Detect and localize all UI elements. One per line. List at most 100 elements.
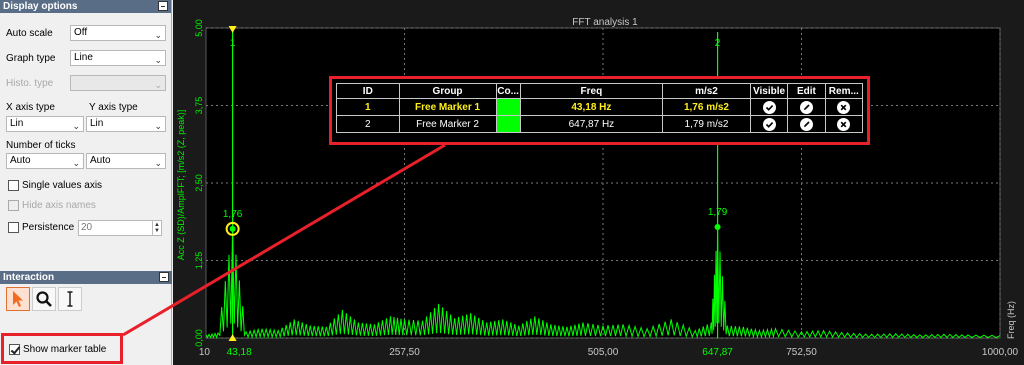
col-value[interactable]: m/s2: [662, 83, 751, 99]
persistence-label: Persistence: [22, 222, 75, 233]
remove-x-icon[interactable]: [837, 117, 851, 131]
edit-cell[interactable]: [787, 115, 826, 133]
zoom-tool-button[interactable]: [32, 287, 56, 311]
y-axis-type-select[interactable]: Lin ⌄: [86, 116, 166, 132]
graph-type-select[interactable]: Line ⌄: [70, 50, 166, 66]
row-freq: 43,18 Hz: [519, 98, 664, 116]
x-tick-label: 647,87: [702, 347, 733, 358]
row-group: Free Marker 1: [398, 98, 497, 116]
x-tick-label: 257,50: [389, 347, 420, 358]
marker-value-label: 1,79: [708, 207, 728, 218]
remove-cell[interactable]: [824, 115, 864, 133]
histo-type-select: ⌄: [70, 75, 166, 91]
x-tick-label: 505,00: [588, 347, 619, 358]
col-id[interactable]: ID: [336, 83, 400, 99]
interaction-header[interactable]: Interaction: [0, 271, 172, 284]
col-color[interactable]: Co...: [495, 83, 521, 99]
col-freq[interactable]: Freq: [519, 83, 664, 99]
x-axis-type-select[interactable]: Lin ⌄: [6, 116, 84, 132]
remove-x-icon[interactable]: [837, 100, 851, 114]
visible-check-icon[interactable]: [762, 117, 776, 131]
collapse-icon[interactable]: [159, 272, 169, 282]
y-axis-type-value: Lin: [90, 118, 104, 129]
x-ticks-select[interactable]: Auto ⌄: [6, 153, 84, 169]
zoom-tool-icon: [36, 291, 52, 307]
x-tick-label: 1000,00: [982, 347, 1019, 358]
col-group[interactable]: Group: [398, 83, 497, 99]
hide-axis-names-label: Hide axis names: [22, 200, 96, 211]
chevron-down-icon: ⌄: [154, 121, 162, 131]
show-marker-table-label: Show marker table: [23, 344, 107, 355]
chevron-down-icon: ⌄: [154, 80, 162, 90]
chevron-down-icon: ⌄: [72, 158, 80, 168]
cursor-tool-button[interactable]: [58, 287, 82, 311]
row-freq: 647,87 Hz: [519, 115, 664, 133]
y-tick-label: 0,00: [194, 329, 204, 347]
x-tick-label: 752,50: [786, 347, 817, 358]
marker-point: [229, 225, 236, 232]
y-ticks-select[interactable]: Auto ⌄: [86, 153, 166, 169]
col-visible[interactable]: Visible: [749, 83, 789, 99]
visible-cell[interactable]: [749, 98, 789, 116]
spin-down-icon[interactable]: ▼: [154, 228, 160, 234]
display-options-title: Display options: [3, 1, 78, 12]
collapse-icon[interactable]: [158, 1, 168, 11]
row-id: 1: [336, 98, 400, 116]
y-tick-label: 2,50: [194, 174, 204, 192]
x-ticks-value: Auto: [10, 155, 31, 166]
y-ticks-value: Auto: [90, 155, 111, 166]
chevron-down-icon: ⌄: [154, 30, 162, 40]
chevron-down-icon: ⌄: [154, 55, 162, 65]
y-axis-type-label: Y axis type: [89, 102, 138, 113]
persistence-checkbox[interactable]: [8, 222, 19, 233]
visible-cell[interactable]: [749, 115, 789, 133]
left-panel: Display options Auto scale Off ⌄ Graph t…: [0, 0, 172, 365]
show-marker-table-checkbox[interactable]: [9, 344, 20, 355]
table-row[interactable]: 1 Free Marker 1 43,18 Hz 1,76 m/s2: [336, 98, 864, 116]
y-tick-label: 3,75: [194, 97, 204, 115]
visible-check-icon[interactable]: [762, 100, 776, 114]
persistence-input[interactable]: 20 ▲ ▼: [78, 220, 162, 236]
chart-canvas[interactable]: FFT analysis 1 Acc Z (SD)/AmplFFT; [m/s2…: [173, 0, 1024, 365]
y-axis-label: Acc Z (SD)/AmplFFT; [m/s2 (Z, peak)]: [176, 110, 186, 261]
spin-buttons[interactable]: ▲ ▼: [152, 221, 161, 235]
display-options-header[interactable]: Display options: [0, 0, 171, 13]
row-color-swatch[interactable]: [495, 115, 521, 133]
edit-pencil-icon[interactable]: [799, 100, 813, 114]
number-of-ticks-label: Number of ticks: [6, 140, 76, 151]
row-id: 2: [336, 115, 400, 133]
chevron-down-icon: ⌄: [154, 158, 162, 168]
histo-type-label: Histo. type: [6, 78, 54, 89]
persistence-value: 20: [81, 222, 93, 233]
row-group: Free Marker 2: [398, 115, 497, 133]
marker-value-label: 1,76: [223, 209, 243, 220]
x-axis-type-label: X axis type: [6, 102, 55, 113]
marker-id-label: 2: [715, 38, 721, 49]
single-values-axis-label: Single values axis: [22, 180, 103, 191]
col-remove[interactable]: Rem...: [824, 83, 864, 99]
pointer-tool-icon: [13, 291, 23, 307]
x-tick-labels: 10 43,18 257,50 505,00 647,87 752,50 1000,00: [199, 347, 1019, 358]
cursor-tool-icon: [67, 291, 73, 307]
single-values-axis-checkbox[interactable]: [8, 180, 19, 191]
marker-id-label: 1: [230, 38, 236, 49]
edit-cell[interactable]: [787, 98, 826, 116]
y-tick-label: 1,25: [194, 252, 204, 270]
marker-table-header: ID Group Co... Freq m/s2 Visible Edit Re…: [336, 83, 864, 99]
auto-scale-label: Auto scale: [6, 28, 53, 39]
row-color-swatch[interactable]: [495, 98, 521, 116]
fft-chart[interactable]: FFT analysis 1 Acc Z (SD)/AmplFFT; [m/s2…: [173, 0, 1024, 365]
remove-cell[interactable]: [824, 98, 864, 116]
col-edit[interactable]: Edit: [787, 83, 826, 99]
x-axis-label: Freq (Hz): [1006, 301, 1016, 339]
y-tick-labels: 5,00 3,75 2,50 1,25 0,00: [194, 19, 204, 347]
marker-table: ID Group Co... Freq m/s2 Visible Edit Re…: [336, 83, 864, 133]
auto-scale-select[interactable]: Off ⌄: [70, 25, 166, 41]
hide-axis-names-checkbox: [8, 200, 19, 211]
interaction-title: Interaction: [3, 272, 55, 283]
pointer-tool-button[interactable]: [6, 287, 30, 311]
edit-pencil-icon[interactable]: [799, 117, 813, 131]
table-row[interactable]: 2 Free Marker 2 647,87 Hz 1,79 m/s2: [336, 115, 864, 133]
chevron-down-icon: ⌄: [72, 121, 80, 131]
graph-type-value: Line: [74, 52, 93, 63]
